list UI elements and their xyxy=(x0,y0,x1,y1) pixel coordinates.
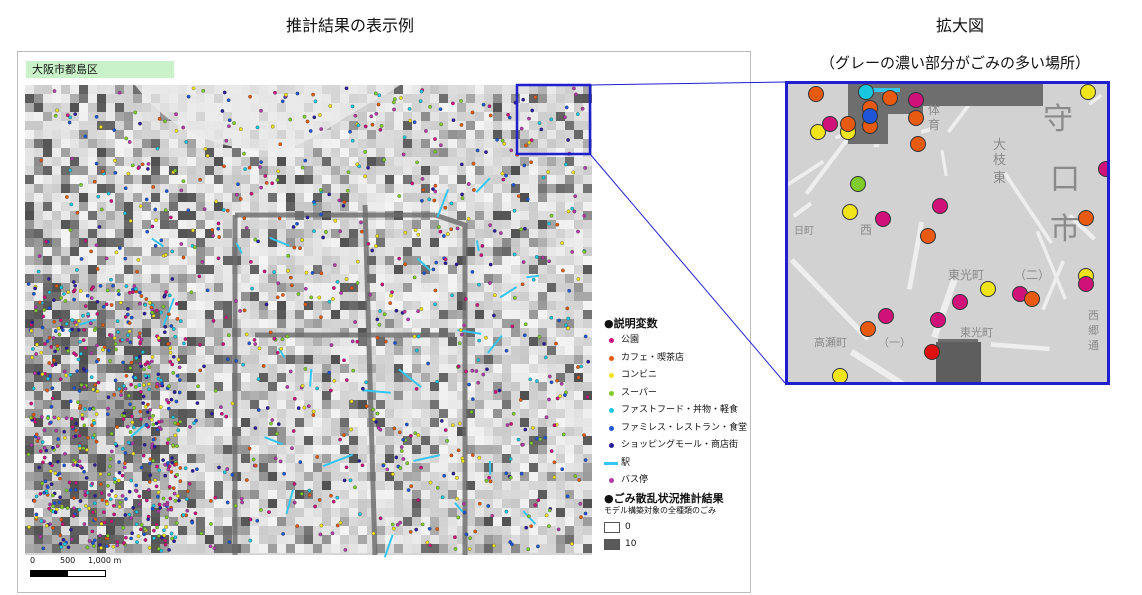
legend-item-label: スーパー xyxy=(621,387,657,398)
legend-item-label: 公園 xyxy=(621,335,640,346)
zoom-subtitle: （グレーの濃い部分がごみの多い場所） xyxy=(819,54,1090,72)
density-grid xyxy=(25,85,592,553)
main-map-title: 推計結果の表示例 xyxy=(285,16,414,35)
zoom-poi-point xyxy=(980,281,996,297)
scale-bar: 0 500 1,000 m xyxy=(30,556,150,577)
zoom-poi-point xyxy=(858,84,874,100)
legend-item-supermarket: スーパー xyxy=(604,385,750,403)
zoom-map-label: 口 xyxy=(1050,162,1080,197)
zoom-poi-point xyxy=(832,368,848,382)
zoom-map-label: 郷 xyxy=(1088,323,1099,337)
legend-high-label: 10 xyxy=(625,539,637,550)
zoom-poi-point xyxy=(920,228,936,244)
legend-item-label: 駅 xyxy=(621,457,631,468)
zoom-poi-point xyxy=(952,294,968,310)
legend-section-estimate: ●ごみ散乱状況推計結果 xyxy=(604,491,724,505)
zoom-map-label: 枝 xyxy=(993,153,1006,168)
zoom-map-label: 東 xyxy=(993,170,1006,186)
legend-item-label: カフェ・喫茶店 xyxy=(621,352,685,363)
cafe-marker-icon xyxy=(608,355,614,361)
zoom-map-label: 体 xyxy=(928,103,940,117)
zoom-map-label: （一） xyxy=(878,336,911,349)
legend-high: 10 xyxy=(604,536,750,554)
shopping-marker-icon xyxy=(608,443,614,449)
legend-item-fastfood: ファストフード・丼物・軽食 xyxy=(604,402,750,420)
zoom-map-label: 育 xyxy=(928,117,940,132)
legend: ●説明変数 公園 カフェ・喫茶店 コンビニ スーパー ファストフード・丼物・軽食… xyxy=(604,318,750,554)
zoom-map-canvas: 守口市大枝東西東光町 （二）東光町高瀬町 （一）日町体育西郷通 xyxy=(788,84,1107,382)
high-swatch-icon xyxy=(604,539,620,551)
busstop-marker-icon xyxy=(608,478,614,484)
legend-item-busstop: バス停 xyxy=(604,472,750,490)
station-line-icon xyxy=(604,461,618,465)
legend-item-shopping: ショッピングモール・商店街 xyxy=(604,437,750,455)
scale-label-500: 500 xyxy=(60,556,76,565)
zoom-map-label: 西 xyxy=(1088,309,1099,322)
zoom-poi-point xyxy=(875,211,891,227)
zoom-map-label: 市 xyxy=(1050,212,1080,247)
zoom-map-label: 東光町 xyxy=(948,268,984,282)
scale-bar-graphic xyxy=(30,570,106,577)
convenience-marker-icon xyxy=(608,373,614,379)
zoom-poi-point xyxy=(862,108,878,124)
fastfood-marker-icon xyxy=(608,408,614,414)
district-label: 大阪市都島区 xyxy=(26,61,174,78)
zoom-poi-point xyxy=(878,308,894,324)
zoom-map-label: 東光町 xyxy=(960,325,993,339)
zoom-poi-point xyxy=(924,344,940,360)
zoom-map-frame: 守口市大枝東西東光町 （二） 東光町 高瀬町 （一） 日町体育西郷通 xyxy=(785,81,1110,385)
zoom-poi-point xyxy=(1078,276,1094,292)
legend-item-cafe: カフェ・喫茶店 xyxy=(604,350,750,368)
zoom-poi-point xyxy=(860,321,876,337)
zoom-map-label: 通 xyxy=(1088,339,1099,352)
zoom-poi-point xyxy=(850,176,866,192)
scale-label-0: 0 xyxy=(30,556,36,565)
legend-item-label: コンビニ xyxy=(621,370,658,381)
legend-item-park: 公園 xyxy=(604,332,750,350)
scale-label-1000: 1,000 m xyxy=(88,556,122,565)
zoom-poi-point xyxy=(840,116,856,132)
legend-item-station: 駅 xyxy=(604,455,750,473)
zoom-map-label: 日町 xyxy=(794,226,814,237)
zoom-poi-point xyxy=(932,198,948,214)
zoom-poi-point xyxy=(882,90,898,106)
restaurant-marker-icon xyxy=(608,425,614,431)
zoom-poi-point xyxy=(808,86,824,102)
legend-gradient-caption: モデル構築対象の全種類のごみ xyxy=(604,505,716,515)
zoom-poi-point xyxy=(1078,210,1094,226)
legend-item-label: ファミレス・レストラン・食堂 xyxy=(621,422,748,433)
legend-item-convenience: コンビニ xyxy=(604,367,750,385)
legend-item-label: ショッピングモール・商店街 xyxy=(621,440,739,451)
zoom-poi-point xyxy=(910,136,926,152)
zoom-poi-point xyxy=(842,204,858,220)
zoom-map-label: 守 xyxy=(1043,102,1073,137)
zoom-map-label: 高瀬町 xyxy=(814,335,847,349)
zoom-poi-point xyxy=(908,92,924,108)
legend-item-label: バス停 xyxy=(621,475,649,486)
zoom-map-label: （二） xyxy=(1014,268,1050,282)
park-marker-icon xyxy=(608,338,614,344)
supermarket-marker-icon xyxy=(608,390,614,396)
zoom-poi-point xyxy=(822,116,838,132)
zoom-map-label: 西 xyxy=(860,223,872,237)
legend-item-restaurant: ファミレス・レストラン・食堂 xyxy=(604,420,750,438)
legend-low: 0 xyxy=(604,519,750,537)
zoom-poi-point xyxy=(930,312,946,328)
zoom-poi-point xyxy=(1024,291,1040,307)
legend-section-variables: ●説明変数 xyxy=(604,317,658,330)
legend-low-label: 0 xyxy=(625,521,631,532)
zoom-poi-point xyxy=(908,110,924,126)
zoom-map-label: 大 xyxy=(993,138,1006,153)
legend-item-label: ファストフード・丼物・軽食 xyxy=(621,405,739,416)
zoom-poi-point xyxy=(1080,84,1096,100)
zoom-title: 拡大図 xyxy=(935,16,984,35)
low-swatch-icon xyxy=(604,521,620,533)
